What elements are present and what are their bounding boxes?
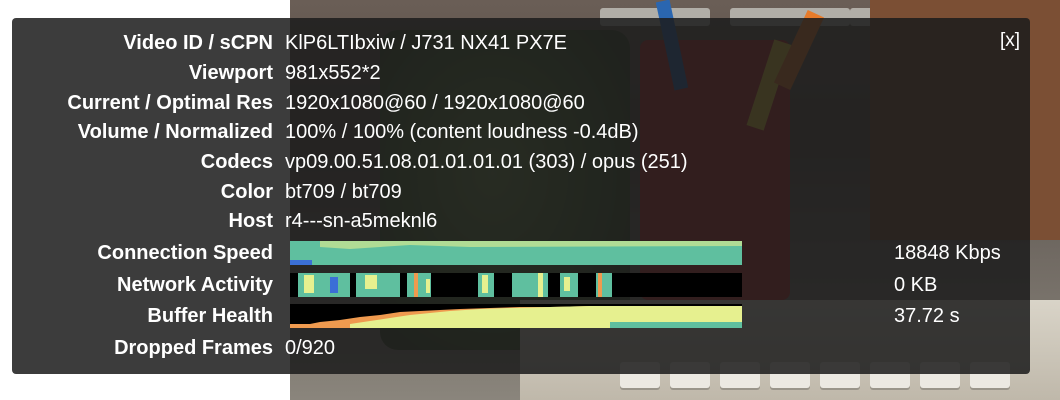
stat-label: Codecs bbox=[200, 151, 273, 173]
buffer-health-graph bbox=[290, 304, 742, 328]
network-activity-value: 0 KB bbox=[894, 274, 938, 296]
stat-value: r4---sn-a5meknl6 bbox=[285, 210, 438, 232]
close-button[interactable]: [x] bbox=[1000, 30, 1020, 52]
stat-value: vp09.00.51.08.01.01.01.01 (303) / opus (… bbox=[285, 151, 688, 173]
stat-label: Volume / Normalized bbox=[77, 121, 273, 143]
stat-label: Dropped Frames bbox=[114, 337, 273, 359]
stat-value: 981x552*2 bbox=[285, 62, 381, 84]
stat-row-connection-speed: Connection Speed 18848 Kbps bbox=[12, 239, 1030, 267]
stat-label: Connection Speed bbox=[97, 242, 273, 264]
stat-label: Color bbox=[220, 181, 273, 203]
stat-value: 100% / 100% (content loudness -0.4dB) bbox=[285, 121, 639, 143]
stat-label: Video ID / sCPN bbox=[123, 32, 273, 54]
stat-label: Current / Optimal Res bbox=[67, 92, 273, 114]
stat-label: Viewport bbox=[188, 62, 273, 84]
connection-speed-value: 18848 Kbps bbox=[894, 242, 1001, 264]
connection-speed-graph bbox=[290, 241, 742, 265]
stat-value[interactable]: KlP6LTIbxiw / J731 NX41 PX7E bbox=[285, 29, 567, 57]
stat-label: Network Activity bbox=[117, 274, 273, 296]
stat-value: bt709 / bt709 bbox=[285, 181, 402, 203]
stat-value: 0/920 bbox=[285, 337, 336, 359]
buffer-health-value: 37.72 s bbox=[894, 305, 960, 327]
network-activity-graph bbox=[290, 273, 742, 297]
stat-label: Host bbox=[228, 210, 273, 232]
stats-for-nerds-panel: [x] Video ID / sCPN KlP6LTIbxiw / J731 N… bbox=[12, 18, 1030, 374]
stat-value: 1920x1080@60 / 1920x1080@60 bbox=[285, 92, 585, 114]
stat-label: Buffer Health bbox=[147, 305, 273, 327]
stat-row-buffer-health: Buffer Health 37.72 s bbox=[12, 302, 1030, 330]
stat-row-network-activity: Network Activity 0 KB bbox=[12, 271, 1030, 299]
